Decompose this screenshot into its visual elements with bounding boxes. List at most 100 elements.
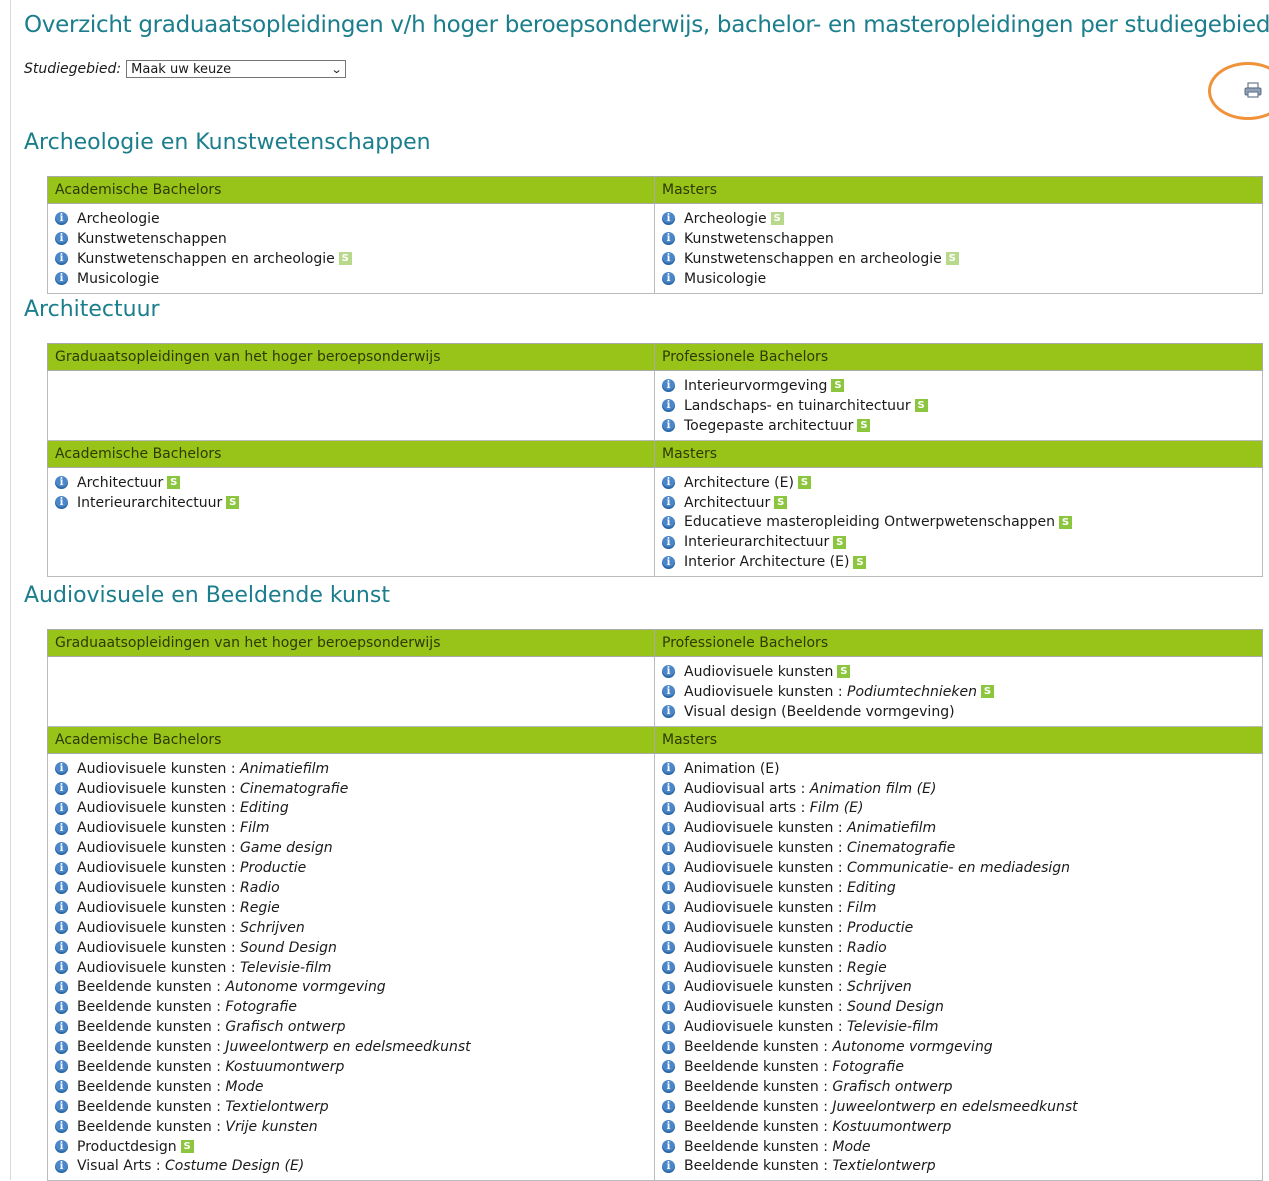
list-item[interactable]: i Interior Architecture (E) S: [662, 552, 1255, 572]
list-item[interactable]: i Audiovisuele kunsten : Radio: [55, 878, 647, 898]
info-icon[interactable]: i: [662, 665, 675, 679]
specialisation[interactable]: Communicatie- en mediadesign: [847, 860, 1070, 876]
list-item[interactable]: i Audiovisuele kunsten : Productie: [662, 918, 1255, 938]
program-name[interactable]: Musicologie: [684, 271, 766, 287]
info-icon[interactable]: i: [662, 496, 675, 509]
specialisation[interactable]: Animation film (E): [810, 781, 937, 797]
program-name[interactable]: Productdesign: [77, 1139, 177, 1155]
specialisation[interactable]: Editing: [847, 880, 896, 896]
info-icon[interactable]: i: [55, 1080, 68, 1094]
list-item[interactable]: i Audiovisuele kunsten : Regie: [662, 958, 1255, 978]
list-item[interactable]: i Kunstwetenschappen: [662, 229, 1255, 249]
list-item[interactable]: i Interieurarchitectuur S: [55, 493, 647, 513]
info-icon[interactable]: i: [55, 961, 68, 975]
specialisation[interactable]: Costume Design (E): [165, 1158, 304, 1174]
info-icon[interactable]: i: [662, 399, 675, 413]
info-icon[interactable]: i: [55, 1120, 68, 1134]
list-item[interactable]: i Archeologie: [55, 209, 647, 229]
s-badge-icon[interactable]: S: [774, 496, 788, 509]
info-icon[interactable]: i: [662, 685, 675, 699]
program-name[interactable]: Landschaps- en tuinarchitectuur: [684, 398, 911, 414]
specialisation[interactable]: Editing: [240, 800, 289, 816]
list-item[interactable]: i Musicologie: [662, 269, 1255, 289]
info-icon[interactable]: i: [662, 535, 675, 549]
program-name[interactable]: Musicologie: [77, 271, 159, 287]
specialisation[interactable]: Productie: [847, 920, 913, 936]
list-item[interactable]: i Kunstwetenschappen: [55, 229, 647, 249]
info-icon[interactable]: i: [55, 861, 68, 875]
program-name[interactable]: Audiovisuele kunsten: [77, 800, 226, 816]
program-name[interactable]: Beeldende kunsten: [77, 1079, 212, 1095]
s-badge-icon[interactable]: S: [914, 399, 928, 413]
program-name[interactable]: Beeldende kunsten: [77, 1039, 212, 1055]
s-badge-icon[interactable]: S: [797, 476, 811, 490]
specialisation[interactable]: Cinematografie: [847, 840, 955, 856]
program-name[interactable]: Audiovisual arts: [684, 781, 796, 797]
info-icon[interactable]: i: [662, 921, 675, 935]
program-name[interactable]: Interieurarchitectuur: [77, 495, 222, 511]
list-item[interactable]: i Toegepaste architectuur S: [662, 416, 1255, 436]
program-name[interactable]: Beeldende kunsten: [684, 1039, 819, 1055]
program-name[interactable]: Architecture (E): [684, 475, 794, 491]
list-item[interactable]: i Beeldende kunsten : Vrije kunsten: [55, 1117, 647, 1137]
list-item[interactable]: i Beeldende kunsten : Textielontwerp: [662, 1156, 1255, 1176]
info-icon[interactable]: i: [55, 841, 68, 855]
list-item[interactable]: i Audiovisuele kunsten : Editing: [662, 878, 1255, 898]
list-item[interactable]: i Beeldende kunsten : Fotografie: [55, 997, 647, 1017]
info-icon[interactable]: i: [55, 1040, 68, 1054]
info-icon[interactable]: i: [662, 821, 675, 835]
info-icon[interactable]: i: [55, 762, 68, 776]
program-name[interactable]: Audiovisuele kunsten: [684, 860, 833, 876]
program-name[interactable]: Audiovisuele kunsten: [77, 880, 226, 896]
specialisation[interactable]: Mode: [832, 1139, 870, 1155]
specialisation[interactable]: Regie: [240, 900, 280, 916]
list-item[interactable]: i Audiovisual arts : Animation film (E): [662, 779, 1255, 799]
program-name[interactable]: Audiovisuele kunsten: [684, 920, 833, 936]
info-icon[interactable]: i: [662, 841, 675, 855]
info-icon[interactable]: i: [662, 232, 675, 246]
info-icon[interactable]: i: [662, 881, 675, 895]
list-item[interactable]: i Beeldende kunsten : Juweelontwerp en ed…: [55, 1037, 647, 1057]
specialisation[interactable]: Film (E): [810, 800, 864, 816]
specialisation[interactable]: Film: [240, 820, 269, 836]
specialisation[interactable]: Grafisch ontwerp: [832, 1079, 952, 1095]
studiegebied-select[interactable]: Maak uw keuze ⌄: [126, 60, 347, 78]
list-item[interactable]: i Audiovisuele kunsten : Game design: [55, 838, 647, 858]
program-name[interactable]: Animation (E): [684, 761, 780, 777]
list-item[interactable]: i Audiovisuele kunsten : Film: [55, 818, 647, 838]
s-badge-icon[interactable]: S: [833, 535, 847, 549]
program-name[interactable]: Kunstwetenschappen en archeologie: [684, 251, 942, 267]
list-item[interactable]: i Architecture (E) S: [662, 473, 1255, 493]
info-icon[interactable]: i: [55, 1100, 68, 1114]
specialisation[interactable]: Fotografie: [832, 1059, 904, 1075]
info-icon[interactable]: i: [662, 515, 675, 529]
program-name[interactable]: Beeldende kunsten: [77, 1099, 212, 1115]
program-name[interactable]: Archeologie: [77, 211, 160, 227]
s-badge-icon[interactable]: S: [857, 419, 871, 433]
program-name[interactable]: Beeldende kunsten: [77, 999, 212, 1015]
list-item[interactable]: i Audiovisuele kunsten : Animatiefilm: [55, 759, 647, 779]
program-name[interactable]: Audiovisuele kunsten: [77, 940, 226, 956]
program-name[interactable]: Beeldende kunsten: [684, 1079, 819, 1095]
list-item[interactable]: i Audiovisuele kunsten : Sound Design: [55, 938, 647, 958]
s-badge-icon[interactable]: S: [180, 1140, 194, 1154]
info-icon[interactable]: i: [662, 941, 675, 955]
program-name[interactable]: Beeldende kunsten: [77, 1119, 212, 1135]
specialisation[interactable]: Radio: [847, 940, 887, 956]
list-item[interactable]: i Audiovisuele kunsten : Schrijven: [662, 977, 1255, 997]
s-badge-icon[interactable]: S: [831, 379, 845, 393]
program-name[interactable]: Beeldende kunsten: [684, 1119, 819, 1135]
info-icon[interactable]: i: [55, 921, 68, 935]
list-item[interactable]: i Kunstwetenschappen en archeologie S: [662, 249, 1255, 269]
program-name[interactable]: Audiovisuele kunsten: [77, 960, 226, 976]
program-name[interactable]: Kunstwetenschappen: [684, 231, 834, 247]
specialisation[interactable]: Textielontwerp: [832, 1158, 935, 1174]
list-item[interactable]: i Audiovisuele kunsten : Regie: [55, 898, 647, 918]
program-name[interactable]: Visual Arts: [77, 1158, 151, 1174]
list-item[interactable]: i Interieurarchitectuur S: [662, 532, 1255, 552]
list-item[interactable]: i Audiovisuele kunsten : Animatiefilm: [662, 818, 1255, 838]
info-icon[interactable]: i: [55, 1000, 68, 1014]
list-item[interactable]: i Audiovisuele kunsten : Productie: [55, 858, 647, 878]
program-name[interactable]: Audiovisuele kunsten: [684, 664, 833, 680]
info-icon[interactable]: i: [662, 1080, 675, 1094]
